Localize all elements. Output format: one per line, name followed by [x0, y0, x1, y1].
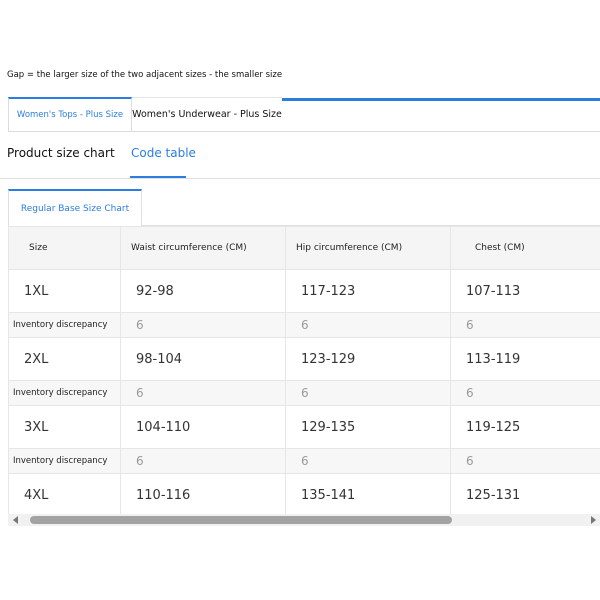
hip-cell: 129-135	[285, 405, 451, 449]
hip-cell: 6	[285, 312, 451, 338]
hip-cell: 135-141	[285, 473, 451, 514]
waist-cell: 110-116	[120, 473, 286, 514]
gap-note: Gap = the larger size of the two adjacen…	[7, 70, 283, 80]
size-cell: 3XL	[8, 405, 121, 449]
chest-cell: 6	[450, 312, 600, 338]
table-header-row: Size Waist circumference (CM) Hip circum…	[8, 226, 600, 270]
hip-cell: 123-129	[285, 337, 451, 381]
discrepancy-label: Inventory discrepancy	[8, 380, 121, 406]
section-tabs: Product size chart Code table	[0, 140, 600, 179]
header-hip: Hip circumference (CM)	[285, 226, 451, 270]
size-cell: 2XL	[8, 337, 121, 381]
hip-cell: 6	[285, 448, 451, 474]
chest-cell: 119-125	[450, 405, 600, 449]
header-size: Size	[8, 226, 121, 270]
hip-cell: 117-123	[285, 269, 451, 313]
header-waist: Waist circumference (CM)	[120, 226, 286, 270]
scrollbar-thumb[interactable]	[30, 516, 452, 524]
chest-cell: 107-113	[450, 269, 600, 313]
table-row: 4XL 110-116 135-141 125-131	[8, 473, 600, 514]
waist-cell: 104-110	[120, 405, 286, 449]
active-tab-indicator	[130, 176, 186, 178]
table-row: 1XL 92-98 117-123 107-113	[8, 269, 600, 313]
arrow-left-icon[interactable]	[13, 516, 18, 524]
horizontal-scrollbar[interactable]	[8, 514, 600, 526]
size-table: Size Waist circumference (CM) Hip circum…	[8, 226, 600, 514]
size-cell: 4XL	[8, 473, 121, 514]
tab-womens-tops-plus[interactable]: Women's Tops - Plus Size	[8, 97, 132, 131]
header-chest: Chest (CM)	[450, 226, 600, 270]
tab-product-size-chart[interactable]: Product size chart	[7, 146, 115, 160]
table-row: Inventory discrepancy 6 6 6	[8, 312, 600, 338]
table-row: Inventory discrepancy 6 6 6	[8, 380, 600, 406]
arrow-right-icon[interactable]	[591, 516, 596, 524]
waist-cell: 6	[120, 380, 286, 406]
chest-cell: 6	[450, 380, 600, 406]
chest-cell: 6	[450, 448, 600, 474]
hip-cell: 6	[285, 380, 451, 406]
waist-cell: 98-104	[120, 337, 286, 381]
discrepancy-label: Inventory discrepancy	[8, 312, 121, 338]
discrepancy-label: Inventory discrepancy	[8, 448, 121, 474]
tab-regular-base-size-chart[interactable]: Regular Base Size Chart	[8, 189, 142, 226]
tab-code-table[interactable]: Code table	[131, 146, 196, 160]
table-row: Inventory discrepancy 6 6 6	[8, 448, 600, 474]
waist-cell: 92-98	[120, 269, 286, 313]
waist-cell: 6	[120, 448, 286, 474]
table-row: 2XL 98-104 123-129 113-119	[8, 337, 600, 381]
sub-tabs: Regular Base Size Chart	[8, 189, 600, 226]
size-table-container[interactable]: Size Waist circumference (CM) Hip circum…	[8, 226, 600, 514]
chest-cell: 113-119	[450, 337, 600, 381]
waist-cell: 6	[120, 312, 286, 338]
table-row: 3XL 104-110 129-135 119-125	[8, 405, 600, 449]
category-tabs: Women's Tops - Plus Size Women's Underwe…	[8, 97, 600, 132]
chest-cell: 125-131	[450, 473, 600, 514]
size-cell: 1XL	[8, 269, 121, 313]
tab-womens-underwear-plus[interactable]: Women's Underwear - Plus Size	[132, 97, 600, 131]
